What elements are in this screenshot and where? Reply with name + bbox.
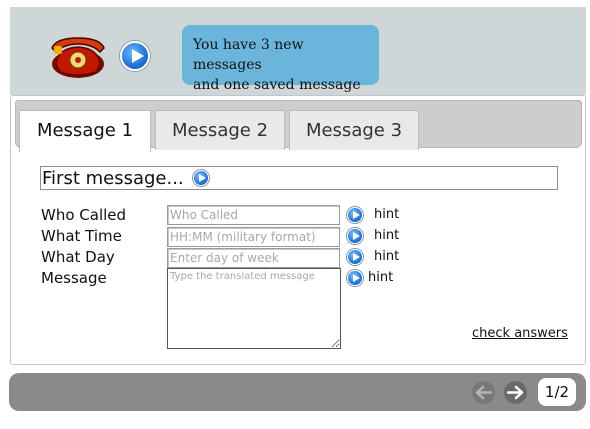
tab-bar: Message 1 Message 2 Message 3 — [15, 100, 582, 152]
tab-message-2[interactable]: Message 2 — [155, 110, 285, 150]
message-hint-icon[interactable] — [347, 270, 363, 286]
who-called-input[interactable] — [167, 205, 340, 225]
next-arrow-button[interactable] — [504, 381, 527, 404]
tab-message-1[interactable]: Message 1 — [19, 110, 151, 152]
page-counter: 1/2 — [538, 378, 576, 406]
status-bubble: You have 3 new messages and one saved me… — [182, 25, 379, 93]
what-time-hint-icon[interactable] — [347, 228, 363, 244]
header-panel: You have 3 new messages and one saved me… — [10, 7, 586, 95]
previous-arrow-button[interactable] — [472, 381, 495, 404]
who-called-hint[interactable]: hint — [374, 207, 399, 222]
message-title: First message... — [42, 168, 184, 189]
bottom-nav-bar: 1/2 — [9, 373, 586, 411]
tab-message-3[interactable]: Message 3 — [289, 110, 419, 150]
who-called-hint-icon[interactable] — [347, 207, 363, 223]
telephone-icon — [51, 37, 105, 78]
what-time-input[interactable] — [167, 227, 340, 247]
what-day-input[interactable] — [167, 248, 340, 268]
play-greeting-button[interactable] — [120, 41, 150, 71]
what-day-label: What Day — [41, 248, 115, 266]
bubble-line-2: and one saved message — [193, 77, 361, 93]
play-message-icon[interactable] — [193, 170, 209, 186]
message-panel: Message 1 Message 2 Message 3 First mess… — [10, 95, 586, 365]
arrow-right-icon — [507, 385, 524, 400]
what-day-hint-icon[interactable] — [347, 249, 363, 265]
message-label: Message — [41, 269, 107, 287]
what-time-label: What Time — [41, 227, 122, 245]
arrow-left-icon — [475, 385, 492, 400]
bubble-line-1: You have 3 new messages — [193, 37, 304, 73]
check-answers-link[interactable]: check answers — [472, 326, 568, 341]
who-called-label: Who Called — [41, 206, 127, 224]
message-hint[interactable]: hint — [368, 270, 393, 285]
what-day-hint[interactable]: hint — [374, 249, 399, 264]
message-title-box: First message... — [40, 166, 558, 190]
what-time-hint[interactable]: hint — [374, 228, 399, 243]
message-textarea[interactable] — [167, 268, 341, 349]
